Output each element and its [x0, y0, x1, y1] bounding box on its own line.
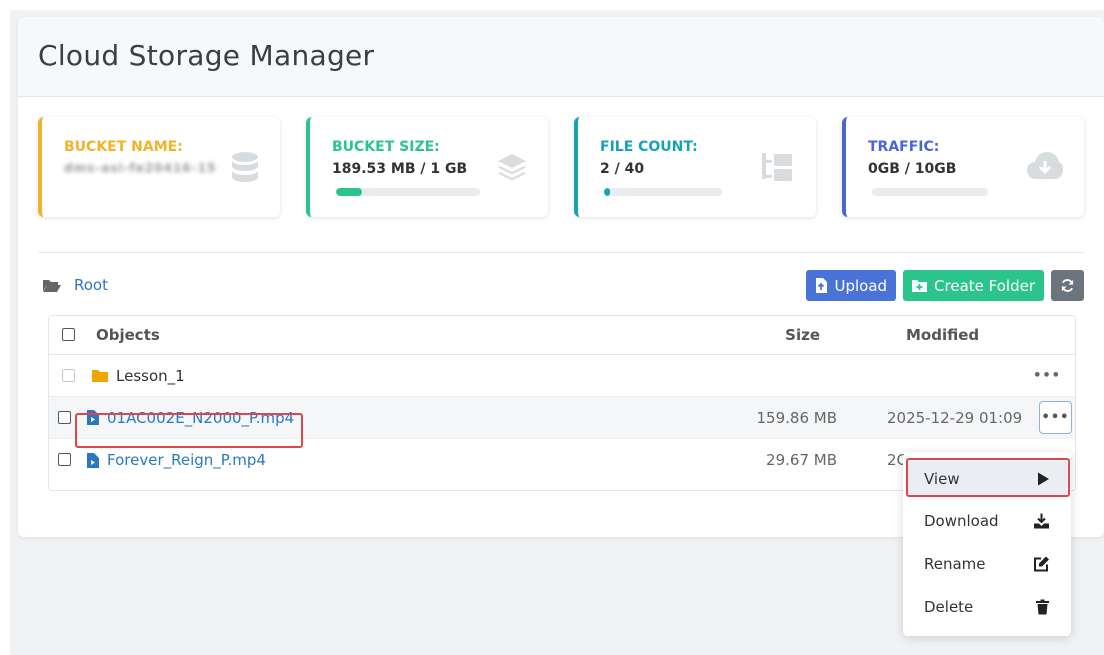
more-icon[interactable]: •••: [1033, 368, 1061, 383]
file-size: 159.86 MB: [756, 408, 838, 427]
download-icon: [1034, 513, 1049, 529]
refresh-button[interactable]: [1051, 270, 1084, 301]
create-folder-button[interactable]: Create Folder: [903, 270, 1044, 301]
file-name-link[interactable]: Forever_Reign_P.mp4: [107, 451, 266, 469]
file-name-link[interactable]: 01AC002E_N2000_P.mp4: [107, 409, 294, 427]
stat-bucket-size: Bucket Size: 189.53 MB / 1 GB: [306, 117, 548, 217]
stats-row: Bucket Name: dms-asi-fe20416-15 Bucket S…: [38, 117, 1104, 217]
refresh-icon: [1061, 279, 1074, 292]
bucket-size-progress-fill: [336, 188, 362, 196]
file-size: 29.67 MB: [766, 451, 837, 469]
menu-item-view[interactable]: View: [907, 461, 1067, 497]
card-header: Cloud Storage Manager: [18, 17, 1104, 97]
file-upload-icon: [816, 278, 828, 293]
upload-button[interactable]: Upload: [806, 270, 897, 301]
folder-icon: [92, 370, 108, 382]
stat-file-count: File Count: 2 / 40: [574, 117, 816, 217]
menu-item-rename[interactable]: Rename: [907, 546, 1067, 582]
database-icon: [230, 151, 260, 189]
row-checkbox[interactable]: [62, 368, 75, 382]
row-checkbox[interactable]: [58, 410, 71, 424]
folder-tree-icon: [760, 151, 794, 187]
upload-label: Upload: [834, 276, 888, 295]
row-checkbox[interactable]: [58, 453, 71, 466]
menu-item-download[interactable]: Download: [907, 503, 1067, 539]
col-size: Size: [785, 326, 820, 344]
menu-item-label: Rename: [924, 555, 986, 573]
col-modified: Modified: [906, 326, 980, 344]
trash-icon: [1036, 599, 1049, 615]
file-modified: 2025-12-29 01:09: [887, 408, 1023, 427]
bucket-size-progress: [336, 188, 480, 196]
play-icon: [1038, 472, 1049, 486]
row-name[interactable]: Forever_Reign_P.mp4: [87, 451, 266, 469]
stat-bucket-name: Bucket Name: dms-asi-fe20416-15: [38, 117, 280, 217]
menu-item-label: Download: [924, 512, 999, 530]
divider: [38, 252, 1084, 253]
stat-traffic: Traffic: 0GB / 10GB: [842, 117, 1084, 217]
file-video-icon: [87, 452, 99, 468]
file-count-progress: [604, 188, 722, 196]
breadcrumb-root[interactable]: Root: [74, 276, 108, 294]
menu-item-label: Delete: [924, 598, 974, 616]
edit-icon: [1034, 556, 1049, 572]
layers-icon: [496, 151, 528, 187]
toolbar: Upload Create Folder: [806, 270, 1084, 301]
menu-item-delete[interactable]: Delete: [907, 589, 1067, 625]
cloud-download-icon: [1026, 151, 1064, 185]
col-objects: Objects: [96, 326, 160, 344]
folder-plus-icon: [912, 280, 928, 292]
table-row[interactable]: 01AC002E_N2000_P.mp4 159.86 MB 2025-12-2…: [49, 397, 1075, 439]
context-menu: View Download Rename Delete: [903, 452, 1071, 636]
traffic-progress: [872, 188, 988, 196]
page-title: Cloud Storage Manager: [38, 39, 375, 72]
table-row[interactable]: Lesson_1 •••: [49, 355, 1075, 397]
table-header: Objects Size Modified: [49, 316, 1075, 355]
breadcrumb[interactable]: Root: [42, 276, 108, 294]
folder-name[interactable]: Lesson_1: [116, 367, 185, 385]
row-name[interactable]: Lesson_1: [92, 367, 185, 385]
menu-item-label: View: [924, 470, 960, 488]
file-count-progress-fill: [604, 188, 610, 196]
folder-open-icon: [43, 279, 61, 292]
create-folder-label: Create Folder: [934, 276, 1035, 295]
row-name[interactable]: 01AC002E_N2000_P.mp4: [87, 409, 294, 427]
more-actions-button[interactable]: •••: [1039, 401, 1072, 434]
file-video-icon: [87, 410, 99, 425]
select-all-checkbox[interactable]: [62, 328, 75, 341]
